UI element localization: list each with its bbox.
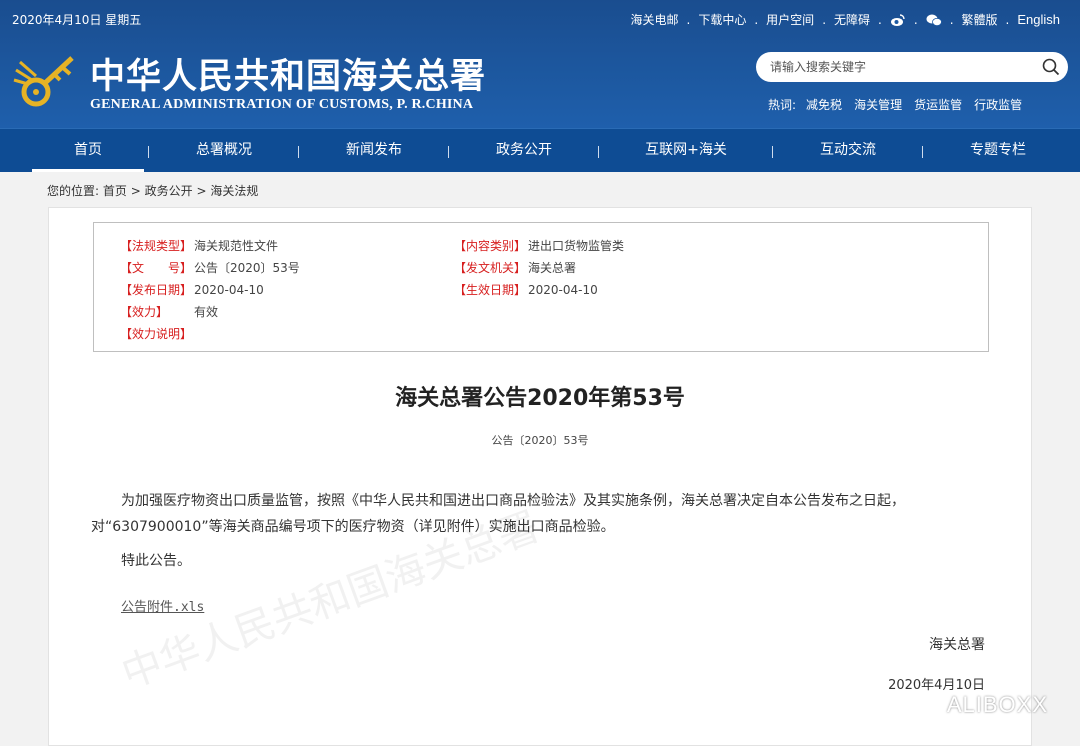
site-header: 2020年4月10日 星期五 海关电邮 . 下载中心 . 用户空间 . 无障碍 … xyxy=(0,0,1080,128)
nav-news[interactable]: 新闻发布 xyxy=(318,129,430,172)
validity-note-label: 【效力说明】 xyxy=(120,327,193,341)
weibo-icon[interactable] xyxy=(890,13,906,27)
article-panel: 【法规类型】 海关规范性文件 【内容类别】 进出口货物监管类 【文 号】 公告〔202… xyxy=(48,207,1032,746)
separator-dot: . xyxy=(949,12,954,27)
site-logo-english[interactable]: GENERAL ADMINISTRATION OF CUSTOMS, P. R.… xyxy=(90,97,473,113)
info-row: 【生效日期】 2020-04-10 xyxy=(454,281,598,298)
search-box xyxy=(756,52,1068,82)
hot-words: 热词: 减免税 海关管理 货运监管 行政监管 xyxy=(768,96,1034,113)
hot-word-link[interactable]: 货运监管 xyxy=(914,96,962,113)
breadcrumb-customs-regulations[interactable]: 海关法规 xyxy=(210,184,258,198)
hot-word-link[interactable]: 海关管理 xyxy=(854,96,902,113)
info-row: 【文 号】 公告〔2020〕53号 xyxy=(120,259,300,276)
breadcrumb-home[interactable]: 首页 xyxy=(103,184,127,198)
main-nav: 首页 总署概况 新闻发布 政务公开 互联网+海关 互动交流 专题专栏 xyxy=(0,128,1080,172)
nav-divider xyxy=(772,146,773,158)
nav-internet-customs[interactable]: 互联网+海关 xyxy=(618,129,754,172)
nav-divider xyxy=(598,146,599,158)
law-type-value: 海关规范性文件 xyxy=(194,239,279,253)
article-sign-date: 2020年4月10日 xyxy=(888,678,985,693)
doc-no-label: 【文 号】 xyxy=(120,261,193,275)
breadcrumb-separator: > xyxy=(196,184,207,198)
separator-dot: . xyxy=(754,12,759,27)
wechat-icon[interactable] xyxy=(926,13,942,27)
hot-word-link[interactable]: 行政监管 xyxy=(974,96,1022,113)
link-customs-email[interactable]: 海关电邮 xyxy=(630,11,678,28)
link-english[interactable]: English xyxy=(1017,12,1060,27)
breadcrumb-government-affairs[interactable]: 政务公开 xyxy=(145,184,193,198)
effective-date-value: 2020-04-10 xyxy=(528,283,598,297)
article-title: 海关总署公告2020年第53号 xyxy=(395,386,685,411)
article-paragraph: 特此公告。 xyxy=(121,553,191,569)
effective-date-label: 【生效日期】 xyxy=(454,283,527,297)
regulation-info-box: 【法规类型】 海关规范性文件 【内容类别】 进出口货物监管类 【文 号】 公告〔202… xyxy=(93,222,989,352)
article-body: 为加强医疗物资出口质量监管，按照《中华人民共和国进出口商品检验法》及其实施条例，… xyxy=(91,488,991,574)
separator-dot: . xyxy=(686,12,691,27)
search-icon[interactable] xyxy=(1042,58,1060,76)
publish-date-label: 【发布日期】 xyxy=(120,283,193,297)
breadcrumb-prefix: 您的位置: xyxy=(47,184,100,198)
breadcrumb-separator: > xyxy=(130,184,141,198)
attachment-link[interactable]: 公告附件.xls xyxy=(121,596,204,615)
wechat-icon xyxy=(910,692,941,718)
nav-home[interactable]: 首页 xyxy=(32,129,144,172)
content-type-label: 【内容类别】 xyxy=(454,239,527,253)
separator-dot: . xyxy=(822,12,827,27)
issuer-label: 【发文机关】 xyxy=(454,261,527,275)
article-doc-number: 公告〔2020〕53号 xyxy=(491,434,589,447)
search-input[interactable] xyxy=(770,57,1030,77)
info-row: 【内容类别】 进出口货物监管类 xyxy=(454,237,624,254)
article-paragraph: 为加强医疗物资出口质量监管，按照《中华人民共和国进出口商品检验法》及其实施条例，… xyxy=(91,493,905,535)
law-type-label: 【法规类型】 xyxy=(120,239,193,253)
nav-active-indicator xyxy=(32,169,144,172)
nav-divider xyxy=(922,146,923,158)
link-traditional-chinese[interactable]: 繁體版 xyxy=(962,11,998,28)
nav-special-topics[interactable]: 专题专栏 xyxy=(942,129,1054,172)
nav-overview[interactable]: 总署概况 xyxy=(168,129,280,172)
info-row: 【发布日期】 2020-04-10 xyxy=(120,281,264,298)
validity-label: 【效力】 xyxy=(120,305,169,319)
doc-no-value: 公告〔2020〕53号 xyxy=(194,261,300,275)
info-row: 【发文机关】 海关总署 xyxy=(454,259,576,276)
separator-dot: . xyxy=(878,12,882,27)
info-row: 【效力】 有效 xyxy=(120,303,218,320)
hot-words-label: 热词: xyxy=(768,98,797,112)
link-accessibility[interactable]: 无障碍 xyxy=(834,11,870,28)
nav-divider xyxy=(298,146,299,158)
customs-emblem-icon[interactable] xyxy=(12,50,80,116)
nav-divider xyxy=(148,146,149,158)
info-row: 【法规类型】 海关规范性文件 xyxy=(120,237,278,254)
nav-government-affairs[interactable]: 政务公开 xyxy=(468,129,580,172)
brand-name: ALIBOXX xyxy=(946,692,1048,717)
validity-value: 有效 xyxy=(194,305,219,319)
article-signature: 海关总署 xyxy=(929,637,985,653)
nav-interaction[interactable]: 互动交流 xyxy=(792,129,904,172)
separator-dot: . xyxy=(1005,12,1010,27)
site-logo-chinese[interactable]: 中华人民共和国海关总署 xyxy=(90,48,486,99)
content-type-value: 进出口货物监管类 xyxy=(528,239,625,253)
current-date: 2020年4月10日 星期五 xyxy=(12,13,142,27)
hot-word-link[interactable]: 减免税 xyxy=(806,96,842,113)
brand-watermark: ALIBOXX xyxy=(910,692,1048,718)
link-download-center[interactable]: 下载中心 xyxy=(698,11,746,28)
nav-divider xyxy=(448,146,449,158)
link-user-space[interactable]: 用户空间 xyxy=(766,11,814,28)
issuer-value: 海关总署 xyxy=(528,261,577,275)
publish-date-value: 2020-04-10 xyxy=(194,283,264,297)
top-links: 海关电邮 . 下载中心 . 用户空间 . 无障碍 . . . 繁體版 . Eng… xyxy=(630,11,1060,28)
breadcrumb: 您的位置: 首页 > 政务公开 > 海关法规 xyxy=(47,182,258,199)
info-row: 【效力说明】 xyxy=(120,325,194,342)
separator-dot: . xyxy=(913,12,918,27)
